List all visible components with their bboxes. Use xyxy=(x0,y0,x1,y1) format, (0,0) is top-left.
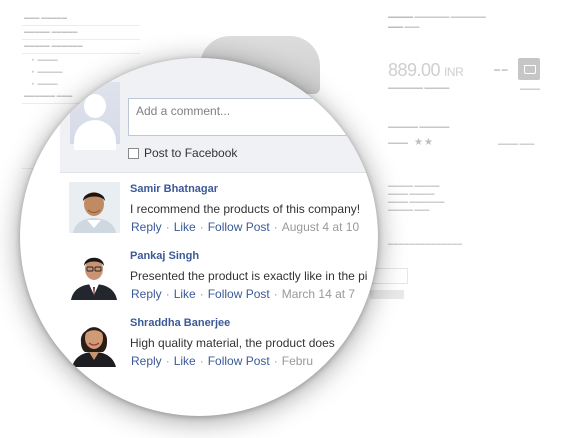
follow-post-link[interactable]: Follow Post xyxy=(208,287,270,301)
background-rating-label: ▬▬▬▬ xyxy=(388,140,408,146)
reply-link[interactable]: Reply xyxy=(131,354,162,368)
avatar[interactable] xyxy=(69,316,120,367)
background-review-link: ▬▬▬▬ ▬▬▬ xyxy=(498,141,535,147)
comment-composer: Post to Facebook xyxy=(60,58,378,173)
like-link[interactable]: Like xyxy=(174,220,196,234)
comment-timestamp[interactable]: March 14 at 7 xyxy=(282,287,355,301)
comment-actions: Reply · Like · Follow Post · March 14 at 7 xyxy=(131,287,356,301)
comment-text: High quality material, the product does xyxy=(130,336,335,350)
background-cart-icon xyxy=(518,58,540,80)
post-to-facebook[interactable]: Post to Facebook xyxy=(128,146,237,160)
follow-post-link[interactable]: Follow Post xyxy=(208,354,270,368)
background-availability: ▬▬▬▬▬▬▬ ▬▬▬▬▬ xyxy=(388,85,450,91)
comment-author[interactable]: Samir Bhatnagar xyxy=(130,183,218,195)
background-price: 889.00 INR xyxy=(388,60,464,80)
like-link[interactable]: Like xyxy=(174,354,196,368)
background-detail-list: ▬▬▬▬▬ ▬▬▬▬▬ ▬▬▬▬ ▬▬▬▬▬ ▬▬▬▬ ▬▬▬▬▬▬▬ ▬▬▬▬▬ ▬… xyxy=(388,183,445,213)
comment-item: Shraddha Banerjee High quality material,… xyxy=(69,316,378,372)
avatar[interactable] xyxy=(69,249,120,300)
background-product-name: ▬▬▬▬▬▬ ▬▬▬▬▬▬ xyxy=(388,124,450,130)
background-subtotal: ▬▬▬▬ xyxy=(520,86,540,92)
reply-link[interactable]: Reply xyxy=(131,220,162,234)
comment-actions: Reply · Like · Follow Post · August 4 at 10 xyxy=(131,220,360,234)
comment-author[interactable]: Pankaj Singh xyxy=(130,250,199,262)
background-nav-item: ▬▬▬▬▬ ▬▬▬▬▬▬ xyxy=(22,40,140,54)
comment-input[interactable] xyxy=(128,98,378,136)
background-nav-item: ▬▬▬▬▬ ▬▬▬▬▬ xyxy=(22,26,140,40)
comment-timestamp[interactable]: August 4 at 10 xyxy=(282,220,359,234)
post-to-facebook-checkbox[interactable] xyxy=(128,147,139,159)
comment-timestamp[interactable]: Febru xyxy=(282,354,313,368)
comment-author[interactable]: Shraddha Banerjee xyxy=(130,317,230,329)
comment-text: I recommend the products of this company… xyxy=(130,202,361,216)
comment-actions: Reply · Like · Follow Post · Febru xyxy=(131,354,314,368)
reply-link[interactable]: Reply xyxy=(131,287,162,301)
avatar[interactable] xyxy=(69,182,120,233)
default-avatar-icon xyxy=(70,82,120,150)
background-product-meta: ▬▬▬▬▬ ▬▬▬▬▬▬▬ ▬▬▬▬▬▬▬ ▬▬▬ ▬▬▬ xyxy=(388,14,486,30)
background-wishlist: ▬▬▬▬▬▬▬▬▬▬▬▬▬▬ xyxy=(388,241,463,247)
comment-text: Presented the product is exactly like in… xyxy=(130,269,368,283)
background-star-icons: ★★ xyxy=(414,137,434,148)
like-link[interactable]: Like xyxy=(174,287,196,301)
comment-item: Samir Bhatnagar I recommend the products… xyxy=(69,182,378,238)
magnifier-lens: Post to Facebook Samir Bhatnagar I recom… xyxy=(20,58,378,416)
comment-item: Pankaj Singh Presented the product is ex… xyxy=(69,249,378,305)
background-qty: ▬ ▬ xyxy=(494,67,508,73)
post-to-facebook-label: Post to Facebook xyxy=(144,146,238,160)
background-nav-item: ▬▬▬ ▬▬▬▬▬ xyxy=(22,12,140,26)
follow-post-link[interactable]: Follow Post xyxy=(208,220,270,234)
